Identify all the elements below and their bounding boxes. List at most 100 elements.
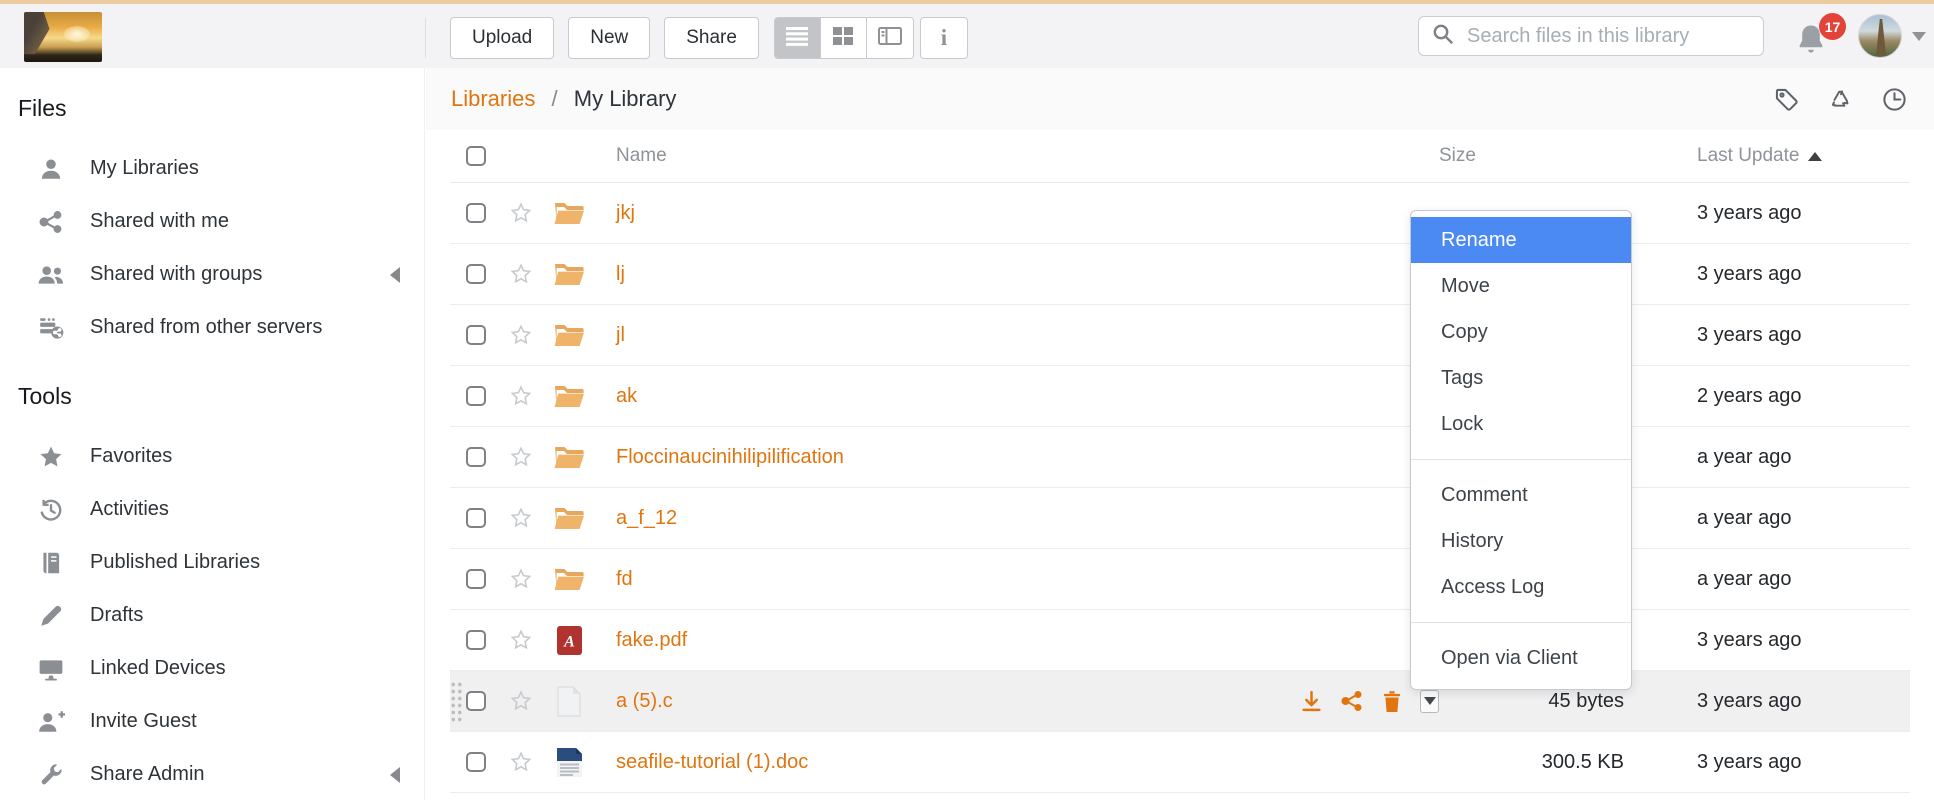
- favorite-star-icon[interactable]: [509, 262, 533, 286]
- sidebar-item-activities[interactable]: Activities: [0, 483, 424, 536]
- share-icon[interactable]: [1340, 689, 1364, 713]
- share-button[interactable]: Share: [664, 17, 759, 59]
- sidebar-item-shared-with-groups[interactable]: Shared with groups: [0, 248, 424, 301]
- collapse-caret-icon[interactable]: [390, 267, 400, 283]
- more-actions-button[interactable]: [1420, 690, 1439, 713]
- grid-view-button[interactable]: [821, 18, 867, 58]
- favorite-star-icon[interactable]: [509, 628, 533, 652]
- table-row[interactable]: a_f_12 a year ago: [450, 488, 1910, 549]
- file-link[interactable]: seafile-tutorial (1).doc: [616, 751, 808, 773]
- files-section-items: My Libraries Shared with me Shared with …: [0, 142, 424, 354]
- row-checkbox[interactable]: [466, 691, 486, 711]
- row-checkbox[interactable]: [466, 264, 486, 284]
- sidebar-item-favorites[interactable]: Favorites: [0, 430, 424, 483]
- file-link[interactable]: a (5).c: [616, 690, 673, 712]
- file-link[interactable]: Floccinaucinihilipilification: [616, 446, 844, 468]
- column-header-size[interactable]: Size: [1439, 145, 1624, 167]
- drag-handle[interactable]: [450, 681, 463, 723]
- detail-view-button[interactable]: [867, 18, 913, 58]
- context-menu-item-lock[interactable]: Lock: [1411, 401, 1631, 447]
- row-checkbox[interactable]: [466, 752, 486, 772]
- table-row[interactable]: jkj 3 years ago: [450, 183, 1910, 244]
- info-button[interactable]: i: [920, 17, 968, 59]
- history-icon[interactable]: [1880, 85, 1908, 113]
- sidebar-item-label: Shared from other servers: [90, 316, 322, 339]
- avatar[interactable]: [1858, 14, 1902, 58]
- delete-icon[interactable]: [1380, 689, 1404, 714]
- favorite-star-icon[interactable]: [509, 323, 533, 347]
- row-checkbox[interactable]: [466, 508, 486, 528]
- context-menu-item-tags[interactable]: Tags: [1411, 355, 1631, 401]
- sidebar-item-linked-devices[interactable]: Linked Devices: [0, 642, 424, 695]
- table-row-hovered[interactable]: a (5).c 45 bytes 3 years ago: [450, 671, 1910, 732]
- table-row[interactable]: fd a year ago: [450, 549, 1910, 610]
- table-row[interactable]: seafile-tutorial (1).doc 300.5 KB 3 year…: [450, 732, 1910, 793]
- file-link[interactable]: a_f_12: [616, 507, 677, 529]
- context-menu-item-access-log[interactable]: Access Log: [1411, 564, 1631, 610]
- table-row[interactable]: Floccinaucinihilipilification a year ago: [450, 427, 1910, 488]
- context-menu-item-copy[interactable]: Copy: [1411, 309, 1631, 355]
- row-checkbox[interactable]: [466, 386, 486, 406]
- column-header-name[interactable]: Name: [616, 145, 667, 167]
- table-row[interactable]: lj 3 years ago: [450, 244, 1910, 305]
- file-link[interactable]: lj: [616, 263, 625, 285]
- context-menu-item-move[interactable]: Move: [1411, 263, 1631, 309]
- sidebar-item-label: My Libraries: [90, 157, 199, 180]
- tags-icon[interactable]: [1772, 85, 1800, 113]
- breadcrumb: Libraries / My Library: [451, 86, 676, 112]
- table-row[interactable]: jl 3 years ago: [450, 305, 1910, 366]
- row-checkbox[interactable]: [466, 203, 486, 223]
- notifications-button[interactable]: 17: [1794, 13, 1834, 59]
- favorite-star-icon[interactable]: [509, 689, 533, 713]
- history-clock-icon: [36, 495, 66, 525]
- sidebar-item-share-admin[interactable]: Share Admin: [0, 748, 424, 801]
- context-menu-item-open-via-client[interactable]: Open via Client: [1411, 635, 1631, 681]
- row-checkbox[interactable]: [466, 630, 486, 650]
- sidebar-item-drafts[interactable]: Drafts: [0, 589, 424, 642]
- file-link[interactable]: fake.pdf: [616, 629, 687, 651]
- favorite-star-icon[interactable]: [509, 201, 533, 225]
- favorite-star-icon[interactable]: [509, 506, 533, 530]
- sidebar-item-invite-guest[interactable]: Invite Guest: [0, 695, 424, 748]
- file-link[interactable]: jkj: [616, 202, 635, 224]
- select-all-checkbox[interactable]: [466, 146, 486, 166]
- app-logo[interactable]: [24, 12, 102, 62]
- row-checkbox[interactable]: [466, 569, 486, 589]
- file-link[interactable]: fd: [616, 568, 633, 590]
- search-input[interactable]: [1467, 25, 1751, 48]
- collapse-caret-icon[interactable]: [390, 767, 400, 783]
- download-icon[interactable]: [1299, 689, 1324, 714]
- favorite-star-icon[interactable]: [509, 567, 533, 591]
- folder-icon: [553, 200, 585, 227]
- table-row[interactable]: A fake.pdf 3 years ago: [450, 610, 1910, 671]
- trash-recycle-icon[interactable]: [1826, 85, 1854, 113]
- list-view-icon: [785, 26, 809, 51]
- column-header-last-update[interactable]: Last Update: [1624, 145, 1910, 167]
- context-menu-item-comment[interactable]: Comment: [1411, 472, 1631, 518]
- context-menu-item-history[interactable]: History: [1411, 518, 1631, 564]
- file-link[interactable]: jl: [616, 324, 625, 346]
- favorite-star-icon[interactable]: [509, 445, 533, 469]
- context-menu-item-rename[interactable]: Rename: [1411, 217, 1631, 263]
- sidebar-item-label: Shared with me: [90, 210, 229, 233]
- row-checkbox[interactable]: [466, 325, 486, 345]
- sidebar-item-shared-from-other-servers[interactable]: Shared from other servers: [0, 301, 424, 354]
- favorite-star-icon[interactable]: [509, 750, 533, 774]
- sidebar-item-shared-with-me[interactable]: Shared with me: [0, 195, 424, 248]
- caret-down-icon: [1424, 697, 1436, 705]
- new-button[interactable]: New: [568, 17, 650, 59]
- upload-button[interactable]: Upload: [450, 17, 554, 59]
- row-checkbox[interactable]: [466, 447, 486, 467]
- header-divider: [425, 18, 426, 58]
- notification-badge[interactable]: 17: [1819, 13, 1846, 40]
- list-view-button[interactable]: [775, 18, 821, 58]
- sidebar-item-my-libraries[interactable]: My Libraries: [0, 142, 424, 195]
- breadcrumb-libraries-link[interactable]: Libraries: [451, 86, 535, 111]
- sidebar-item-published-libraries[interactable]: Published Libraries: [0, 536, 424, 589]
- favorite-star-icon[interactable]: [509, 384, 533, 408]
- library-tools: [1772, 85, 1908, 113]
- account-menu-caret-icon[interactable]: [1912, 32, 1926, 41]
- file-link[interactable]: ak: [616, 385, 637, 407]
- file-table: Name Size Last Update jkj 3 years ago lj…: [450, 130, 1910, 793]
- table-row[interactable]: ak 2 years ago: [450, 366, 1910, 427]
